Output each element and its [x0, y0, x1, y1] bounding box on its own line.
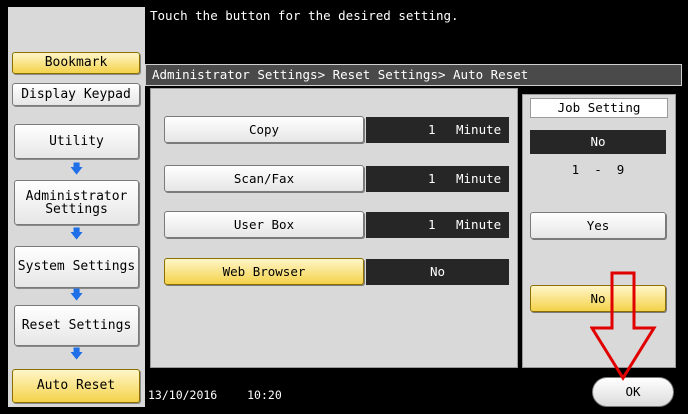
scan-fax-value-unit: Minute: [456, 171, 502, 186]
job-setting-title: Job Setting: [530, 98, 668, 118]
time-text: 10:20: [247, 388, 282, 402]
user-box-value-unit: Minute: [456, 217, 502, 232]
sidebar-item-reset-settings[interactable]: Reset Settings: [14, 305, 139, 346]
copy-value-number: 1: [428, 122, 436, 137]
user-box-button[interactable]: User Box: [164, 211, 364, 238]
yes-button[interactable]: Yes: [530, 212, 666, 239]
instruction-message: Touch the button for the desired setting…: [150, 8, 459, 23]
copy-value-unit: Minute: [456, 122, 502, 137]
copy-button[interactable]: Copy: [164, 116, 364, 143]
sidebar-item-system-settings[interactable]: System Settings: [14, 246, 139, 288]
sidebar-item-administrator-settings[interactable]: Administrator Settings: [14, 180, 139, 225]
arrow-down-icon: 🡇: [69, 162, 84, 177]
display-keypad-button[interactable]: Display Keypad: [12, 83, 140, 106]
web-browser-value: No: [366, 259, 509, 285]
user-box-value: 1 Minute: [366, 212, 509, 238]
copy-value: 1 Minute: [366, 117, 509, 143]
sidebar-item-utility[interactable]: Utility: [14, 124, 139, 159]
arrow-down-icon: 🡇: [69, 347, 84, 362]
sidebar-item-auto-reset[interactable]: Auto Reset: [12, 369, 140, 403]
job-setting-current-value: No: [530, 130, 666, 154]
arrow-down-icon: 🡇: [69, 288, 84, 303]
scan-fax-button[interactable]: Scan/Fax: [164, 165, 364, 192]
date-text: 13/10/2016: [148, 388, 218, 402]
scan-fax-value: 1 Minute: [366, 166, 509, 192]
job-setting-range: 1 - 9: [571, 162, 625, 177]
bookmark-button[interactable]: Bookmark: [12, 52, 140, 74]
sidebar: Bookmark Display Keypad Utility 🡇 Admini…: [8, 7, 145, 407]
scan-fax-value-number: 1: [428, 171, 436, 186]
breadcrumb: Administrator Settings> Reset Settings> …: [145, 64, 682, 86]
web-browser-button[interactable]: Web Browser: [164, 258, 364, 285]
user-box-value-number: 1: [428, 217, 436, 232]
date-time: 13/10/2016 10:20: [148, 388, 282, 402]
red-down-arrow-icon: [590, 271, 657, 381]
arrow-down-icon: 🡇: [69, 227, 84, 242]
